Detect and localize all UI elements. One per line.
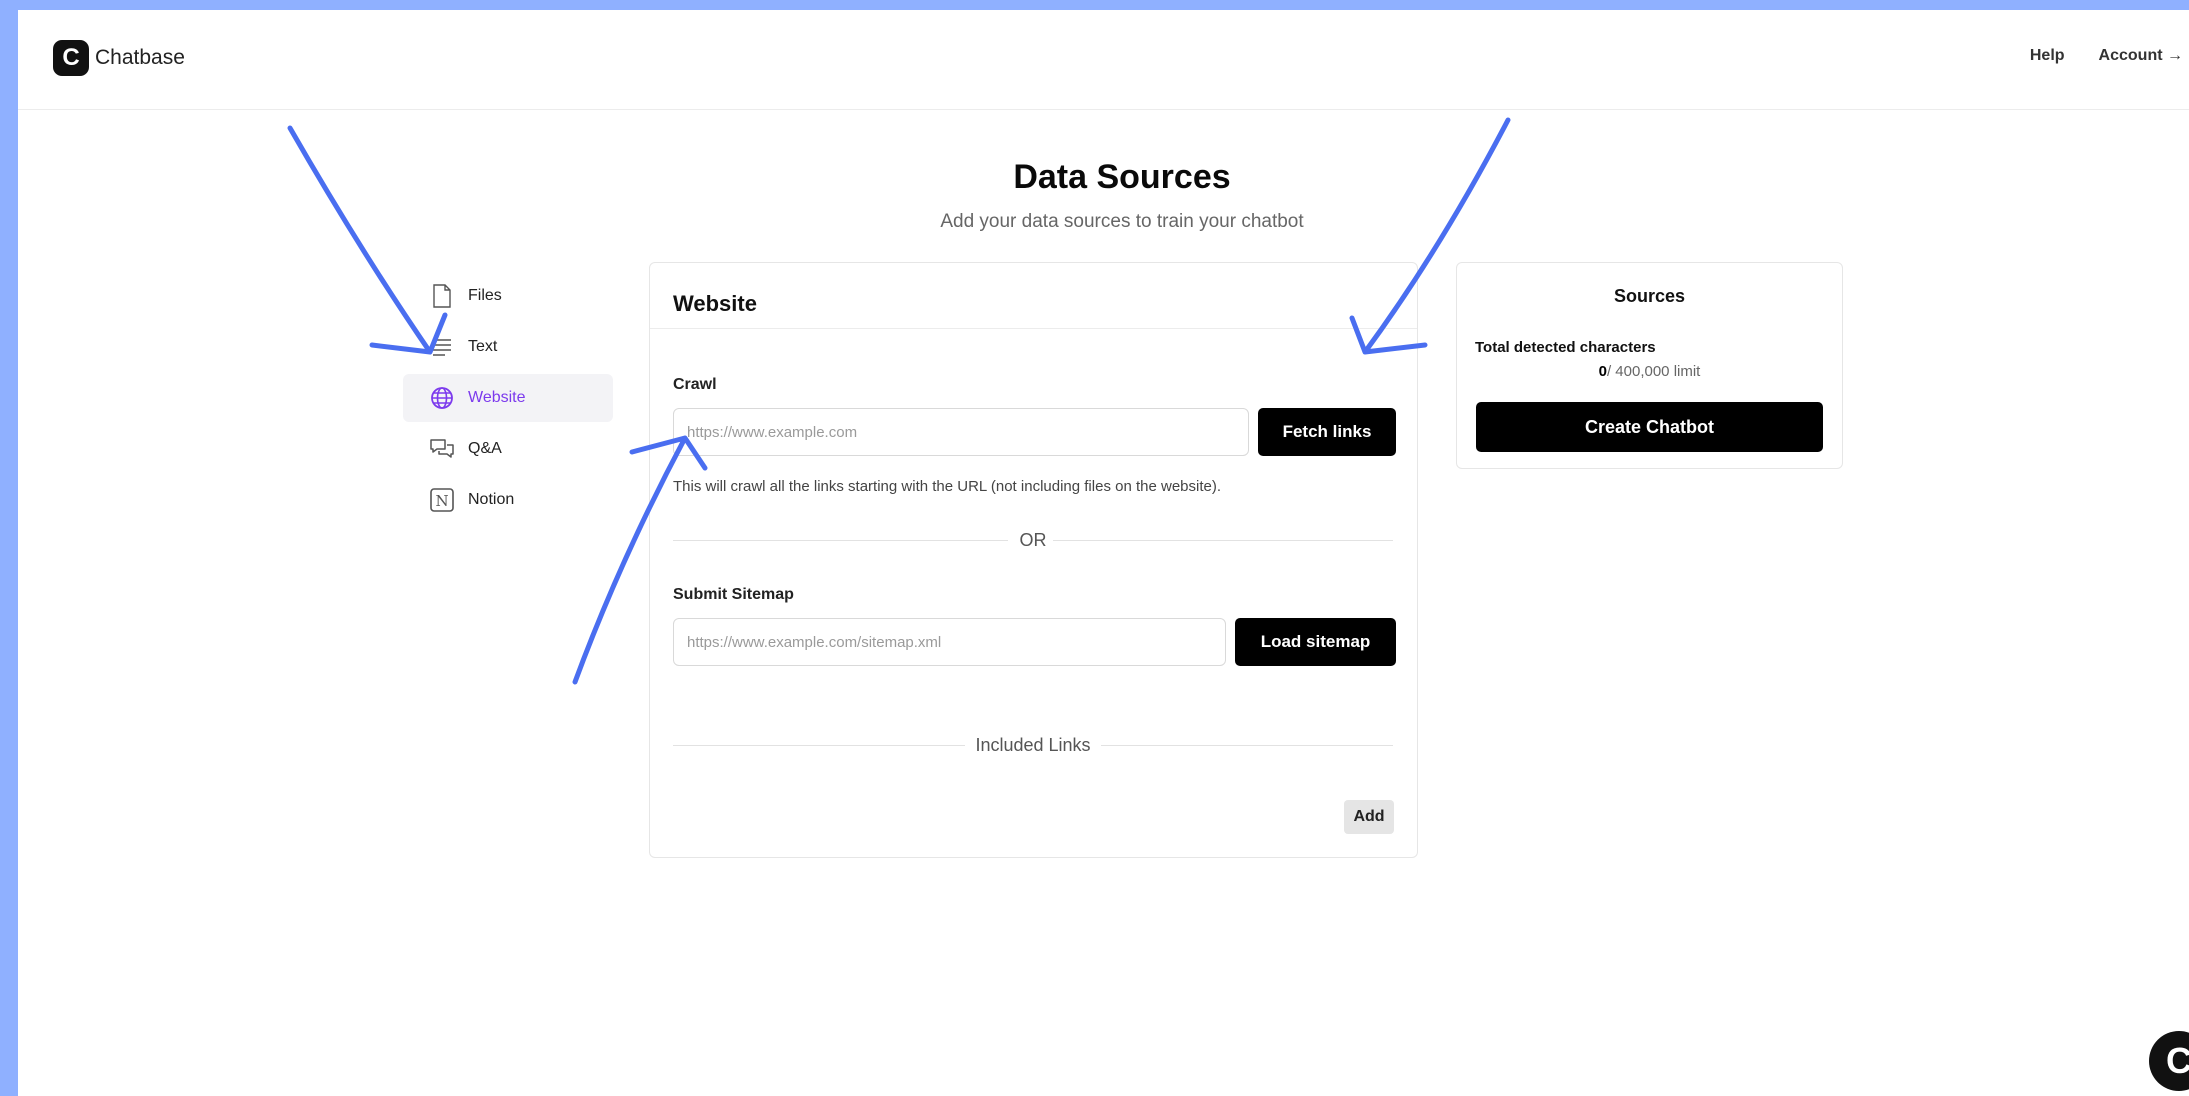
create-chatbot-button[interactable]: Create Chatbot — [1476, 402, 1823, 452]
or-divider: OR — [673, 530, 1393, 550]
sidebar-item-notion[interactable]: N Notion — [403, 476, 613, 524]
crawl-hint: This will crawl all the links starting w… — [673, 478, 1222, 495]
website-card: Website Crawl Fetch links This will craw… — [649, 262, 1418, 858]
sources-card: Sources Total detected characters 0/ 400… — [1456, 262, 1843, 469]
svg-text:N: N — [435, 492, 448, 510]
sidebar-item-label: Q&A — [468, 440, 502, 457]
globe-icon — [428, 384, 456, 412]
included-links-divider: Included Links — [673, 735, 1393, 755]
app-window: C Chatbase Help Account → Data Sources A… — [18, 10, 2189, 1096]
total-characters-label: Total detected characters — [1475, 339, 1656, 356]
chatbase-logo-icon: C — [53, 40, 89, 76]
sitemap-label: Submit Sitemap — [673, 586, 794, 603]
crawl-label: Crawl — [673, 376, 717, 393]
chat-widget-button[interactable]: C — [2149, 1031, 2189, 1091]
sidebar: Files Text Website Q&A N Notion — [403, 272, 613, 527]
brand[interactable]: C Chatbase — [53, 40, 185, 76]
sidebar-item-label: Files — [468, 287, 502, 304]
sidebar-item-files[interactable]: Files — [403, 272, 613, 320]
text-lines-icon — [428, 333, 456, 361]
file-icon — [428, 282, 456, 310]
sidebar-item-label: Notion — [468, 491, 515, 508]
sidebar-item-website[interactable]: Website — [403, 374, 613, 422]
page-subtitle: Add your data sources to train your chat… — [940, 211, 1304, 232]
sidebar-item-text[interactable]: Text — [403, 323, 613, 371]
fetch-links-button[interactable]: Fetch links — [1258, 408, 1396, 456]
add-link-button[interactable]: Add — [1344, 800, 1394, 834]
sidebar-item-label: Text — [468, 338, 498, 355]
sitemap-url-input[interactable] — [673, 618, 1226, 666]
account-link[interactable]: Account → — [2099, 47, 2183, 65]
sidebar-item-label: Website — [468, 389, 526, 406]
notion-icon: N — [428, 486, 456, 514]
sidebar-item-qa[interactable]: Q&A — [403, 425, 613, 473]
top-nav: Help Account → — [2030, 47, 2183, 65]
sources-title: Sources — [1613, 286, 1686, 306]
card-title: Website — [650, 263, 1417, 329]
crawl-url-input[interactable] — [673, 408, 1249, 456]
character-count-value: 0 — [1598, 363, 1607, 380]
help-link[interactable]: Help — [2030, 47, 2065, 65]
page-title: Data Sources — [1013, 158, 1231, 196]
top-bar: C Chatbase Help Account → — [18, 10, 2189, 110]
app-name: Chatbase — [95, 46, 185, 69]
load-sitemap-button[interactable]: Load sitemap — [1235, 618, 1396, 666]
character-limit: / 400,000 limit — [1606, 363, 1701, 380]
chat-bubbles-icon — [428, 435, 456, 463]
character-count: 0/ 400,000 limit — [1457, 363, 1842, 380]
